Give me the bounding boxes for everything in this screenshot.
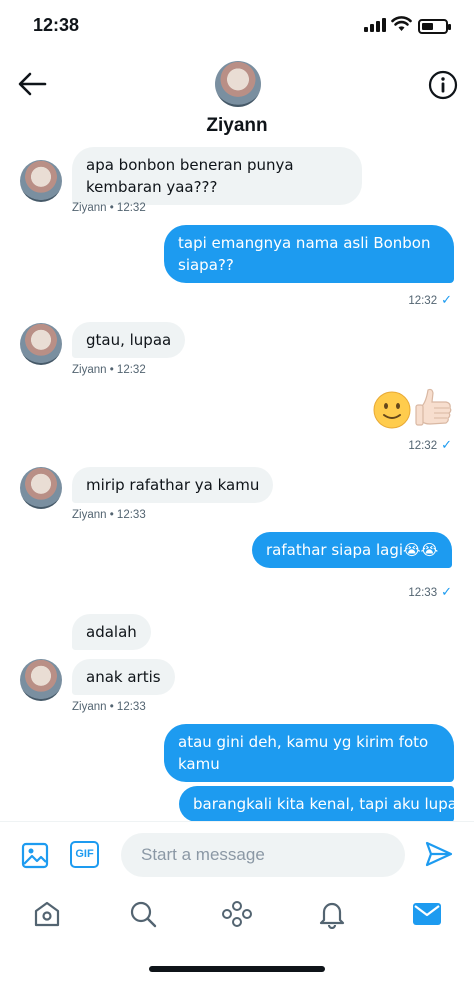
message-text: kembaran yaa??? [86, 178, 218, 196]
bottom-nav [0, 886, 474, 946]
incoming-message[interactable]: apa bonbon beneran punya kembaran yaa??? [72, 147, 362, 205]
status-time: 12:38 [33, 15, 80, 35]
message-text: atau gini deh, kamu yg kirim foto [178, 733, 429, 751]
send-icon[interactable] [425, 841, 453, 867]
avatar[interactable] [20, 467, 62, 509]
message-time: 12:32 [408, 295, 438, 307]
message-text: adalah [86, 623, 137, 641]
message-meta: 12:32 ✓ [340, 292, 452, 308]
emoji-message[interactable] [372, 386, 456, 432]
incoming-message[interactable]: adalah [72, 614, 151, 650]
header-avatar[interactable] [215, 61, 261, 107]
message-text: mirip rafathar ya kamu [86, 476, 260, 494]
image-icon[interactable] [21, 842, 49, 869]
info-icon[interactable] [428, 70, 458, 100]
conversation-title[interactable]: Ziyann [0, 115, 474, 137]
sent-check-icon: ✓ [441, 437, 452, 452]
back-arrow-icon[interactable] [15, 69, 49, 99]
message-composer: GIF [0, 821, 474, 886]
message-time: 12:33 [408, 587, 438, 599]
message-meta: Ziyann • 12:33 [72, 701, 146, 713]
message-text: barangkali kita kenal, tapi aku lupa [193, 795, 457, 813]
message-text: anak artis [86, 668, 161, 686]
avatar[interactable] [20, 323, 62, 365]
sent-check-icon: ✓ [441, 584, 452, 599]
signal-icon [364, 18, 386, 32]
message-meta: 12:33 ✓ [340, 584, 452, 600]
message-text: siapa?? [178, 256, 234, 274]
message-text: apa bonbon beneran punya [86, 156, 294, 174]
incoming-message[interactable]: mirip rafathar ya kamu [72, 467, 274, 503]
search-icon[interactable] [125, 896, 161, 932]
outgoing-message[interactable]: barangkali kita kenal, tapi aku lupa [179, 786, 457, 822]
thumbs-up-icon [415, 388, 452, 426]
message-text: kamu [178, 755, 220, 773]
spaces-icon[interactable] [219, 896, 255, 932]
avatar[interactable] [20, 659, 62, 701]
home-icon[interactable] [29, 896, 65, 932]
message-meta: Ziyann • 12:32 [72, 364, 146, 376]
message-text: rafathar siapa lagi😭😭 [266, 541, 439, 559]
message-input[interactable] [121, 833, 405, 877]
outgoing-message[interactable]: tapi emangnya nama asli Bonbon siapa?? [164, 225, 454, 283]
notifications-icon[interactable] [314, 896, 350, 932]
outgoing-message[interactable]: atau gini deh, kamu yg kirim foto kamu [164, 724, 454, 782]
messages-icon[interactable] [409, 896, 445, 932]
status-bar: 12:38 [0, 0, 474, 52]
message-meta: 12:32 ✓ [340, 437, 452, 453]
avatar[interactable] [20, 160, 62, 202]
battery-icon [418, 19, 451, 34]
message-text: gtau, lupaa [86, 331, 172, 349]
home-indicator [149, 966, 325, 972]
message-text: tapi emangnya nama asli Bonbon [178, 234, 431, 252]
outgoing-message[interactable]: rafathar siapa lagi😭😭 [252, 532, 452, 568]
message-time: 12:32 [408, 440, 438, 452]
gif-icon[interactable]: GIF [70, 841, 99, 868]
message-meta: Ziyann • 12:32 [72, 202, 146, 214]
sent-check-icon: ✓ [441, 292, 452, 307]
incoming-message[interactable]: anak artis [72, 659, 175, 695]
message-meta: Ziyann • 12:33 [72, 509, 146, 521]
conversation-header: Ziyann [0, 52, 474, 144]
slightly-smiling-face-icon [373, 391, 411, 429]
wifi-icon [391, 16, 412, 31]
incoming-message[interactable]: gtau, lupaa [72, 322, 186, 358]
